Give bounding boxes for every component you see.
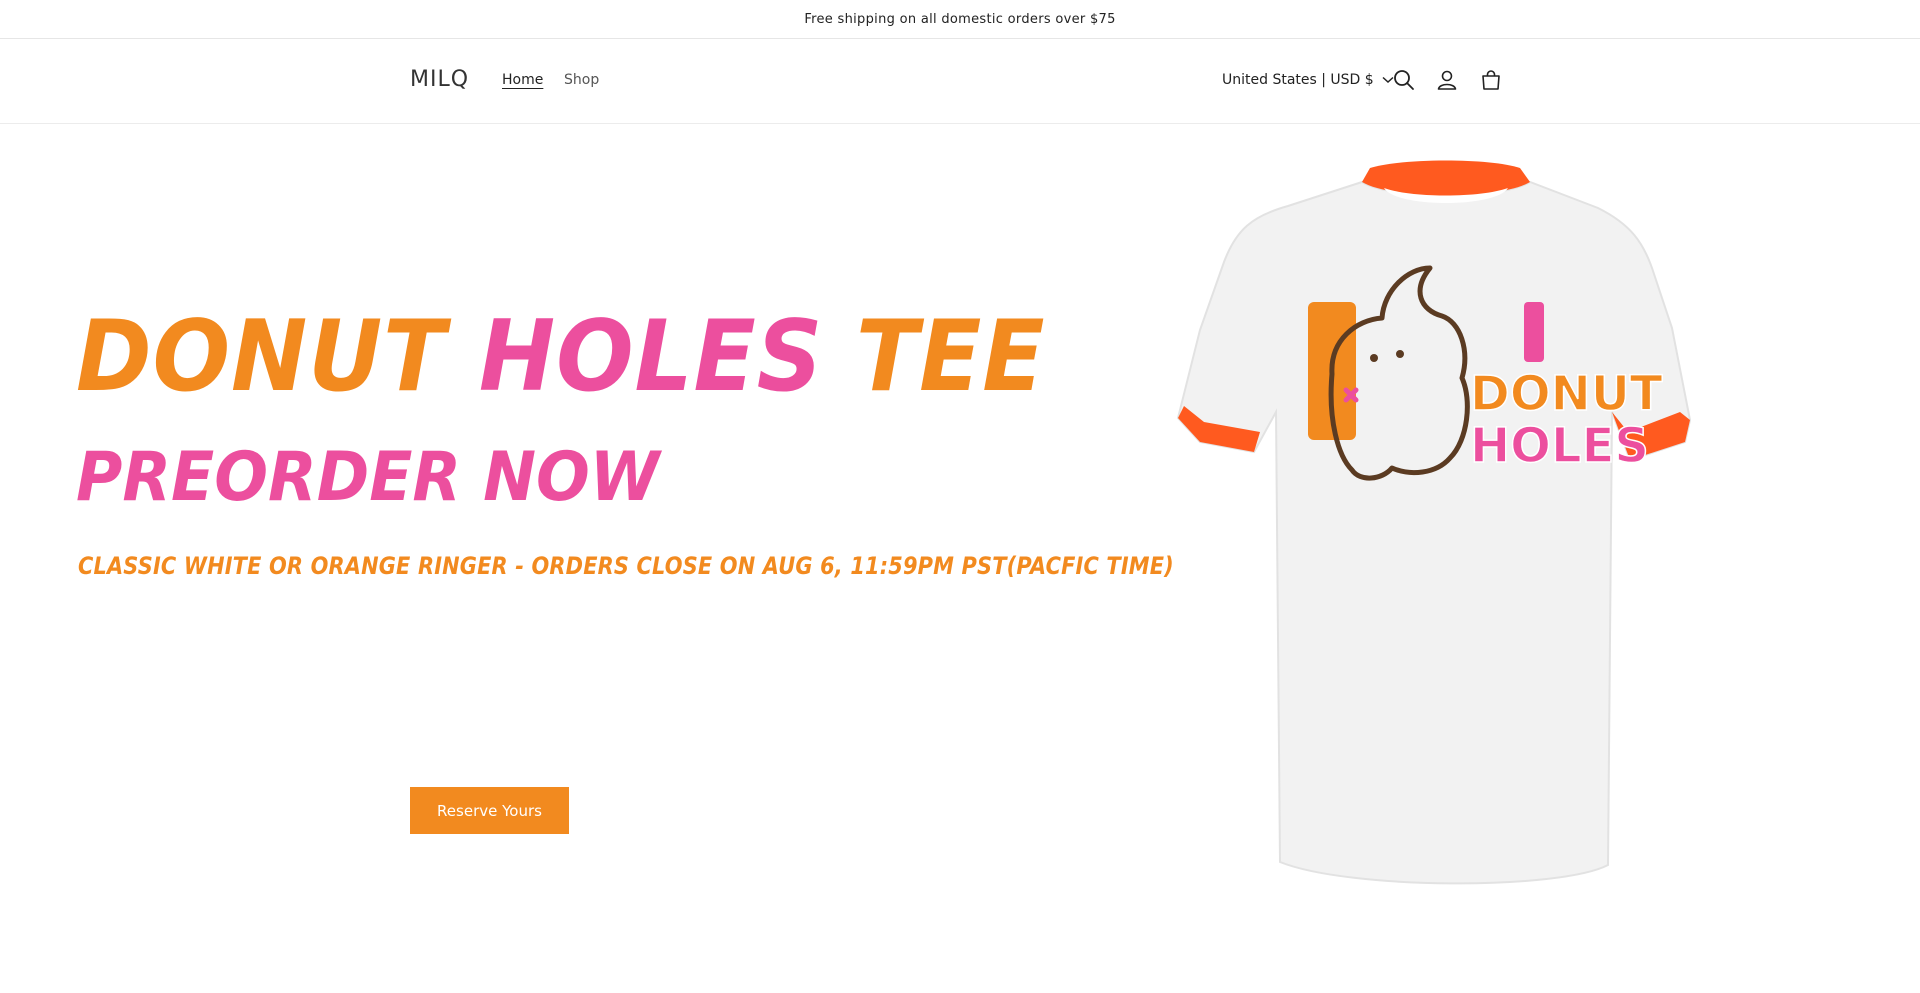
hero-title: DONUT HOLES TEE [76,308,1045,406]
hero-detail-text: CLASSIC WHITE OR ORANGE RINGER - ORDERS … [78,552,1174,580]
nav-shop[interactable]: Shop [564,72,599,88]
hero-title-word-2: HOLES [478,300,824,414]
search-button[interactable] [1391,67,1417,93]
shirt-graphic-line-2: HOLES [1470,418,1649,474]
announcement-text: Free shipping on all domestic orders ove… [804,11,1116,27]
account-icon [1437,70,1457,90]
hero-title-word-1: DONUT [76,300,447,414]
hero-subtitle: PREORDER NOW [76,438,660,517]
shirt-graphic-line-1: DONUT [1470,366,1663,422]
reserve-button[interactable]: Reserve Yours [410,787,569,834]
store-logo[interactable]: MILQ [410,67,469,92]
cart-icon [1482,70,1500,90]
cart-button[interactable] [1478,67,1504,93]
site-header: MILQ Home Shop United States | USD $ [0,39,1920,124]
account-button[interactable] [1434,67,1460,93]
hero-title-word-3: TEE [855,300,1046,414]
nav-home[interactable]: Home [502,72,543,88]
search-icon [1394,70,1414,90]
country-selector[interactable]: United States | USD $ [1222,72,1394,88]
country-selector-label: United States | USD $ [1222,72,1374,88]
product-image-tshirt: DONUT HOLES [1176,160,1692,885]
announcement-bar: Free shipping on all domestic orders ove… [0,0,1920,39]
